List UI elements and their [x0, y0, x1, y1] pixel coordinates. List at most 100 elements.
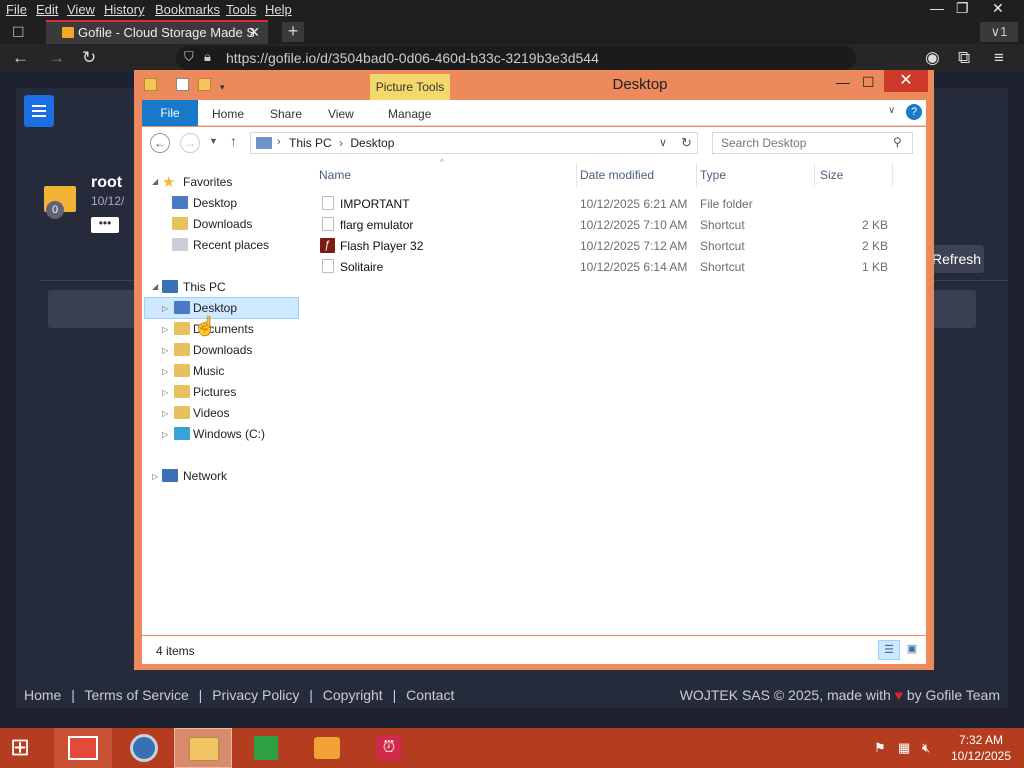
account-icon[interactable]: ◉: [925, 48, 940, 68]
volume-muted-icon[interactable]: 🔇︎: [922, 740, 930, 756]
expand-icon[interactable]: ▷: [162, 325, 168, 334]
nav-this-pc[interactable]: This PC: [183, 280, 226, 294]
menu-view[interactable]: View: [67, 2, 95, 17]
details-view-icon[interactable]: ☰: [878, 640, 900, 660]
tab-home[interactable]: Home: [212, 107, 244, 121]
footer-link-terms[interactable]: Terms of Service: [85, 687, 189, 703]
qat-dropdown-icon[interactable]: ▾: [220, 82, 228, 92]
footer-link-privacy[interactable]: Privacy Policy: [212, 687, 299, 703]
forward-icon[interactable]: →: [48, 48, 65, 68]
menu-tools[interactable]: Tools: [226, 2, 256, 17]
nav-network[interactable]: Network: [183, 469, 227, 483]
address-path-box[interactable]: › This PC › Desktop ∨ ↻: [250, 132, 698, 154]
tab-manage[interactable]: Manage: [388, 107, 431, 121]
restore-icon[interactable]: ❐: [956, 0, 969, 17]
nav-pc-pictures[interactable]: Pictures: [193, 385, 236, 399]
refresh-icon[interactable]: ↻: [681, 135, 692, 151]
breadcrumb-this-pc[interactable]: This PC: [289, 136, 332, 150]
new-tab-button[interactable]: +: [282, 22, 304, 42]
column-header-type[interactable]: Type: [700, 168, 726, 182]
more-options-button[interactable]: •••: [91, 217, 119, 233]
column-header-date[interactable]: Date modified: [580, 168, 654, 182]
star-icon: ★: [162, 174, 176, 191]
network-tray-icon[interactable]: ▦: [898, 740, 910, 756]
forward-icon[interactable]: →: [180, 133, 200, 153]
menu-history[interactable]: History: [104, 2, 144, 17]
back-icon[interactable]: ←: [12, 48, 29, 68]
nav-fav-desktop[interactable]: Desktop: [193, 196, 237, 210]
footer-link-contact[interactable]: Contact: [406, 687, 454, 703]
reload-icon[interactable]: ↻: [82, 48, 96, 68]
nav-favorites[interactable]: Favorites: [183, 175, 232, 189]
tab-view[interactable]: View: [328, 107, 354, 121]
clock[interactable]: 7:32 AM 10/12/2025: [940, 732, 1022, 764]
expand-icon[interactable]: ▷: [152, 472, 158, 481]
taskbar-alarms[interactable]: ⏰︎: [360, 728, 418, 768]
nav-pc-music[interactable]: Music: [193, 364, 224, 378]
expand-icon[interactable]: ▷: [162, 409, 168, 418]
tab-share[interactable]: Share: [270, 107, 302, 121]
nav-pc-windows-c[interactable]: Windows (C:): [193, 427, 265, 441]
tab-list-icon[interactable]: ☐: [12, 24, 25, 41]
taskbar-browser[interactable]: [114, 728, 172, 768]
window-close-button[interactable]: ✕: [884, 70, 928, 92]
chevron-down-icon[interactable]: ∨: [659, 136, 667, 149]
properties-icon[interactable]: [176, 78, 189, 91]
extensions-icon[interactable]: ⧉: [958, 48, 970, 68]
nav-pc-videos[interactable]: Videos: [193, 406, 229, 420]
nav-pc-desktop[interactable]: Desktop: [193, 301, 237, 315]
flag-icon[interactable]: ⚑: [874, 740, 886, 756]
column-header-name[interactable]: Name: [319, 168, 351, 182]
column-divider: [814, 163, 815, 187]
collapse-icon[interactable]: ◢: [152, 177, 158, 186]
taskbar-file-explorer[interactable]: [174, 728, 232, 768]
address-bar[interactable]: ⛉ 🔒︎ https://gofile.io/d/3504bad0-0d06-4…: [176, 46, 856, 70]
window-minimize-icon[interactable]: —: [836, 74, 850, 90]
start-icon[interactable]: ⊞: [10, 734, 30, 762]
footer-link-copyright[interactable]: Copyright: [323, 687, 383, 703]
tab-file[interactable]: File: [142, 100, 198, 126]
column-header-size[interactable]: Size: [820, 168, 843, 182]
page-menu-button[interactable]: [24, 95, 54, 127]
nav-fav-downloads[interactable]: Downloads: [193, 217, 252, 231]
window-maximize-icon[interactable]: ☐: [862, 74, 875, 91]
new-folder-icon[interactable]: [198, 78, 211, 91]
ribbon-expand-icon[interactable]: ∨: [888, 105, 895, 116]
expand-icon[interactable]: ▷: [162, 346, 168, 355]
nav-pc-downloads[interactable]: Downloads: [193, 343, 252, 357]
close-icon[interactable]: ✕: [992, 0, 1004, 17]
tab-overflow-button[interactable]: ∨1: [980, 22, 1018, 42]
expand-icon[interactable]: ▷: [162, 304, 168, 313]
large-icons-view-icon[interactable]: ▣: [902, 640, 922, 660]
taskbar-store[interactable]: [236, 728, 294, 768]
breadcrumb-desktop[interactable]: Desktop: [350, 136, 394, 150]
lock-icon: 🔒︎: [204, 49, 211, 64]
nav-fav-recent[interactable]: Recent places: [193, 238, 269, 252]
expand-icon[interactable]: ▷: [162, 430, 168, 439]
back-icon[interactable]: ←: [150, 133, 170, 153]
taskbar-video[interactable]: [298, 728, 356, 768]
url-text: https://gofile.io/d/3504bad0-0d06-460d-b…: [226, 50, 599, 66]
expand-icon[interactable]: ▷: [162, 388, 168, 397]
help-icon[interactable]: ?: [906, 104, 922, 120]
app-menu-icon[interactable]: ≡: [994, 48, 1004, 68]
site-info-icon[interactable]: ⛉: [184, 49, 194, 65]
footer-link-home[interactable]: Home: [24, 687, 61, 703]
expand-icon[interactable]: ▷: [162, 367, 168, 376]
menu-help[interactable]: Help: [265, 2, 292, 17]
up-icon[interactable]: ↑: [230, 133, 237, 149]
recent-locations-icon[interactable]: ▼: [209, 136, 218, 146]
browser-icon: [130, 734, 158, 762]
minimize-icon[interactable]: —: [930, 0, 944, 16]
search-input[interactable]: Search Desktop ⚲: [712, 132, 913, 154]
menu-edit[interactable]: Edit: [36, 2, 58, 17]
tab-close-icon[interactable]: ✕: [248, 24, 260, 41]
browser-tab[interactable]: Gofile - Cloud Storage Made Simple ✕: [46, 20, 268, 44]
menu-file[interactable]: File: [6, 2, 27, 17]
menu-bookmarks[interactable]: Bookmarks: [155, 2, 220, 17]
taskbar-app-red[interactable]: [54, 728, 112, 768]
file-date: 10/12/2025 7:10 AM: [580, 218, 688, 232]
search-placeholder: Search Desktop: [721, 136, 807, 150]
file-size: 2 KB: [862, 239, 889, 253]
collapse-icon[interactable]: ◢: [152, 282, 158, 291]
